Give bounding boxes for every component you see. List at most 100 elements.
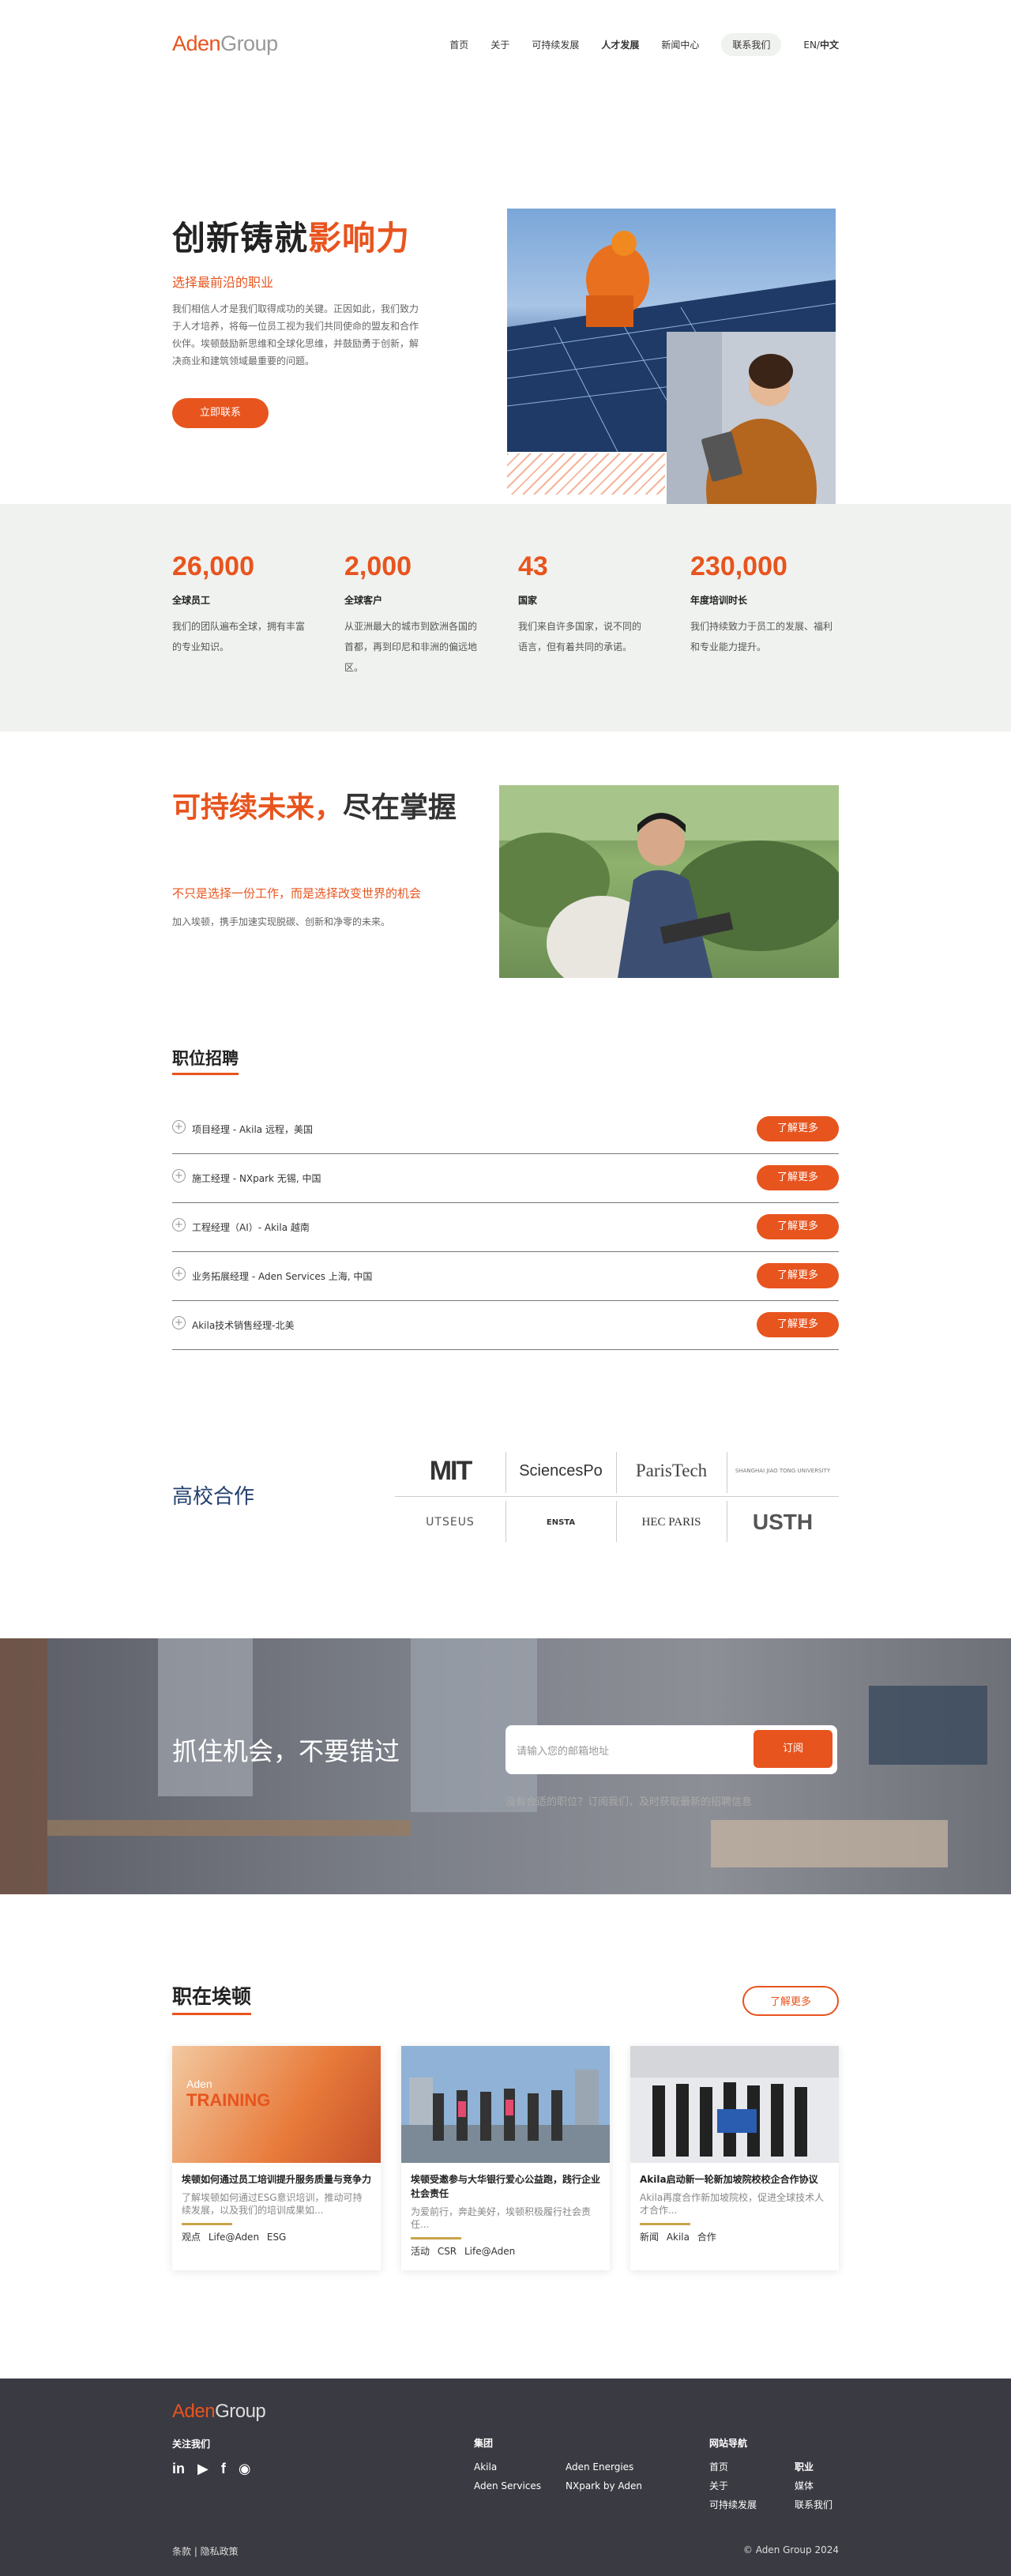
subscribe-form: 请输入您的邮箱地址 订阅 (506, 1725, 837, 1774)
nav-talent[interactable]: 人才发展 (601, 38, 639, 51)
university-partners-title: 高校合作 (172, 1485, 255, 1509)
footer-link-nxpark[interactable]: NXpark by Aden (566, 2476, 642, 2495)
sustainability-title: 可持续未来，尽在掌握 (172, 791, 457, 824)
jobs-title: 职位招聘 (172, 1046, 239, 1075)
learn-more-button[interactable]: 了解更多 (757, 1263, 839, 1288)
man-reading-tablet-image (499, 785, 839, 978)
jobs-section: 职位招聘 + 项目经理 - Akila 远程，美国 了解更多 + 施工经理 - NXp… (172, 1046, 839, 1350)
subscribe-button[interactable]: 订阅 (754, 1730, 832, 1768)
hero-description: 我们相信人才是我们取得成功的关键。正因如此，我们致力于人才培养，将每一位员工视为… (172, 303, 419, 367)
learn-more-button[interactable]: 了解更多 (757, 1116, 839, 1141)
learn-more-button[interactable]: 了解更多 (757, 1214, 839, 1239)
nav-about[interactable]: 关于 (490, 38, 509, 51)
contact-now-button[interactable]: 立即联系 (172, 398, 269, 428)
nav-home[interactable]: 首页 (449, 38, 468, 51)
job-row[interactable]: + Akila技术销售经理-北美 了解更多 (172, 1301, 839, 1350)
copyright: © Aden Group 2024 (742, 2544, 839, 2555)
partnership-image (630, 2046, 839, 2163)
card-excerpt: Akila再度合作新加坡院校，促进全球技术人才合作... (640, 2192, 825, 2216)
job-row[interactable]: + 业务拓展经理 - Aden Services 上海, 中国 了解更多 (172, 1252, 839, 1301)
card-excerpt: 为爱前行，奔赴美好，埃顿积极履行社会责任... (411, 2206, 592, 2230)
life-learn-more-button[interactable]: 了解更多 (742, 1986, 839, 2016)
job-row[interactable]: + 施工经理 - NXpark 无锡, 中国 了解更多 (172, 1154, 839, 1203)
social-icons: in ▶ f ◉ (172, 2461, 251, 2477)
plus-circle-icon: + (172, 1316, 186, 1329)
card-excerpt: 了解埃顿如何通过ESG意识培训，推动可持续发展，以及我们的培训成果如... (182, 2192, 363, 2216)
email-input[interactable]: 请输入您的邮箱地址 (517, 1743, 609, 1758)
plus-circle-icon: + (172, 1267, 186, 1280)
job-row[interactable]: + 工程经理（AI）- Akila 越南 了解更多 (172, 1203, 839, 1252)
news-card[interactable]: Aden TRAINING 埃顿如何通过员工培训提升服务质量与竞争力 了解埃顿如何… (172, 2046, 381, 2270)
plus-circle-icon: + (172, 1120, 186, 1134)
sjtu-logo: SHANGHAI JIAO TONG UNIVERSITY (735, 1468, 831, 1474)
learn-more-button[interactable]: 了解更多 (757, 1165, 839, 1190)
footer-link-about[interactable]: 关于 (709, 2476, 757, 2495)
training-image: Aden TRAINING (172, 2046, 381, 2163)
contact-button[interactable]: 联系我们 (721, 33, 782, 56)
follow-us-label: 关注我们 (172, 2439, 211, 2450)
decorative-hatch (507, 453, 665, 495)
usth-logo: USTH (752, 1510, 814, 1534)
footer-link-aden-energies[interactable]: Aden Energies (566, 2458, 642, 2476)
subscribe-banner: 抓住机会，不要错过 请输入您的邮箱地址 订阅 没有合适的职位？订阅我们，及时获取… (0, 1638, 1011, 1894)
youtube-icon[interactable]: ▶ (197, 2461, 209, 2477)
hero-section: 创新铸就影响力 选择最前沿的职业 我们相信人才是我们取得成功的关键。正因如此，我… (0, 93, 1011, 572)
sustainability-section: 可持续未来，尽在掌握 不只是选择一份工作，而是选择改变世界的机会 加入埃顿，携手… (0, 780, 1011, 986)
job-list: + 项目经理 - Akila 远程，美国 了解更多 + 施工经理 - NXpark 无… (172, 1105, 839, 1350)
aden-group-logo[interactable]: AdenGroup (172, 32, 278, 56)
life-title: 职在埃顿 (172, 1981, 252, 2015)
linkedin-icon[interactable]: in (172, 2461, 185, 2477)
stat-countries: 43 国家 我们来自许多国家，说不同的语言，但有着共同的承诺。 (518, 551, 642, 652)
hec-paris-logo: HEC PARIS (641, 1515, 701, 1529)
subscribe-title: 抓住机会，不要错过 (172, 1736, 400, 1766)
news-card[interactable]: Akila启动新一轮新加坡院校校企合作协议 Akila再度合作新加坡院校，促进全… (630, 2046, 839, 2270)
footer-logo[interactable]: AdenGroup (172, 2401, 266, 2423)
paristech-logo: ParisTech (635, 1461, 708, 1480)
footer-link-akila[interactable]: Akila (474, 2458, 541, 2476)
ensta-logo: ENSTA (546, 1517, 576, 1527)
news-card[interactable]: 埃顿受邀参与大华银行爱心公益跑，践行企业社会责任 为爱前行，奔赴美好，埃顿积极履… (401, 2046, 610, 2270)
wechat-icon[interactable]: ◉ (239, 2461, 251, 2477)
footer-link-media[interactable]: 媒体 (795, 2476, 832, 2495)
footer-link-sustainability[interactable]: 可持续发展 (709, 2495, 757, 2514)
footer-link-aden-services[interactable]: Aden Services (474, 2476, 541, 2495)
subscribe-note: 没有合适的职位？订阅我们，及时获取最新的招聘信息 (506, 1796, 753, 1808)
university-logo-grid: MIT SciencesPo ParisTech SHANGHAI JIAO T… (395, 1446, 839, 1548)
footer-link-careers[interactable]: 职业 (795, 2458, 832, 2476)
footer-link-contact[interactable]: 联系我们 (795, 2495, 832, 2514)
university-partners-section: 高校合作 MIT SciencesPo ParisTech SHANGHAI J… (0, 1446, 1011, 1564)
sustainability-description: 加入埃顿，携手加速实现脱碳、创新和净零的未来。 (172, 916, 391, 927)
stat-clients: 2,000 全球客户 从亚洲最大的城市到欧洲各国的首都，再到印尼和非洲的偏远地区。 (344, 551, 478, 673)
footer-group-column-2: Aden Energies NXpark by Aden (566, 2458, 642, 2495)
hero-title: 创新铸就影响力 (172, 219, 411, 258)
life-at-aden-section: 职在埃顿 了解更多 Aden TRAINING 埃顿如何通过员工培训提升服务质量与… (172, 1981, 839, 2270)
site-header: AdenGroup 首页 关于 可持续发展 人才发展 新闻中心 联系我们 EN/… (0, 0, 1011, 93)
card-tags: 活动 CSR Life@Aden (411, 2246, 516, 2257)
card-title: 埃顿受邀参与大华银行爱心公益跑，践行企业社会责任 (411, 2174, 601, 2199)
card-tags: 观点 Life@Aden ESG (182, 2232, 287, 2243)
facebook-icon[interactable]: f (221, 2461, 226, 2477)
hero-subtitle: 选择最前沿的职业 (172, 275, 274, 290)
card-title: Akila启动新一轮新加坡院校校企合作协议 (640, 2174, 818, 2185)
sustainability-subtitle: 不只是选择一份工作，而是选择改变世界的机会 (172, 886, 422, 901)
nav-sustainability[interactable]: 可持续发展 (532, 38, 579, 51)
charity-run-image (401, 2046, 610, 2163)
stats-section: 26,000 全球员工 我们的团队遍布全球，拥有丰富的专业知识。 2,000 全球客户… (0, 504, 1011, 731)
footer-link-home[interactable]: 首页 (709, 2458, 757, 2476)
learn-more-button[interactable]: 了解更多 (757, 1312, 839, 1337)
stat-employees: 26,000 全球员工 我们的团队遍布全球，拥有丰富的专业知识。 (172, 551, 306, 652)
site-footer: AdenGroup 关注我们 in ▶ f ◉ 集团 Akila Aden Se… (0, 2379, 1011, 2576)
plus-circle-icon: + (172, 1169, 186, 1183)
language-switch[interactable]: EN/中文 (803, 38, 839, 51)
card-title: 埃顿如何通过员工培训提升服务质量与竞争力 (182, 2174, 372, 2185)
sciencespo-logo: SciencesPo (519, 1461, 603, 1480)
card-tags: 新闻 Akila 合作 (640, 2232, 716, 2243)
stat-training-hours: 230,000 年度培训时长 我们持续致力于员工的发展、福利和专业能力提升。 (690, 551, 833, 652)
nav-news[interactable]: 新闻中心 (661, 38, 699, 51)
plus-circle-icon: + (172, 1218, 186, 1232)
footer-nav-column: 网站导航 首页 关于 可持续发展 (709, 2434, 757, 2514)
footer-nav-column-2: 职业 媒体 联系我们 (795, 2458, 832, 2514)
legal-links[interactable]: 条款 | 隐私政策 (172, 2544, 239, 2558)
job-row[interactable]: + 项目经理 - Akila 远程，美国 了解更多 (172, 1105, 839, 1154)
footer-group-column: 集团 Akila Aden Services (474, 2434, 541, 2495)
